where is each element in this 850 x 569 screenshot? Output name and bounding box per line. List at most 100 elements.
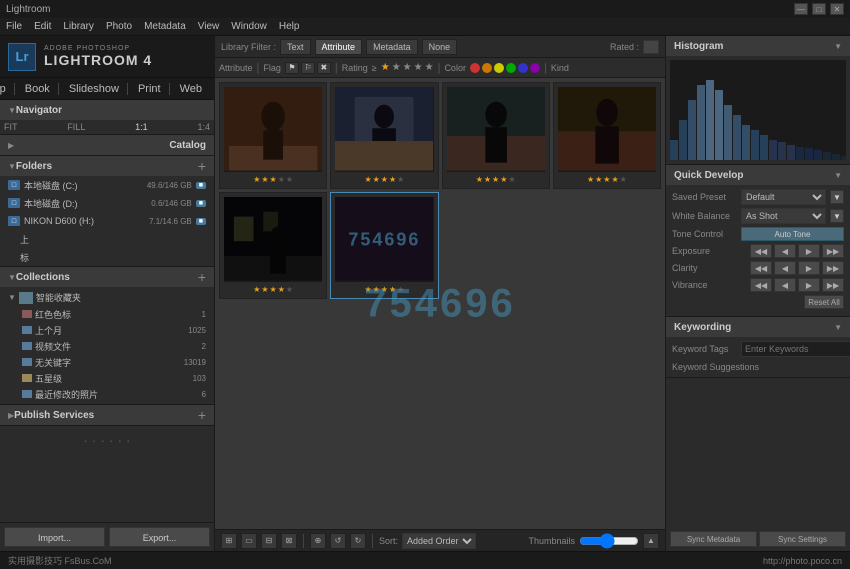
kw-header[interactable]: Keywording ▼: [666, 317, 850, 337]
qd-wb-arrow[interactable]: ▼: [830, 209, 844, 223]
qd-wb-select[interactable]: As Shot: [741, 208, 826, 224]
folder-item-d[interactable]: □ 本地磁盘 (D:) 0.6/146 GB ■: [0, 194, 214, 212]
color-purple[interactable]: [530, 63, 540, 73]
menu-file[interactable]: File: [6, 21, 22, 32]
spray-btn[interactable]: ⊕: [310, 533, 326, 549]
clarity-minus2[interactable]: ◀◀: [750, 261, 772, 275]
nav-map[interactable]: Map: [0, 83, 15, 95]
kw-input[interactable]: [741, 341, 850, 357]
collection-item-nkw[interactable]: 无关键字 13019: [0, 354, 214, 370]
import-button[interactable]: Import...: [4, 527, 105, 547]
vibrance-minus1[interactable]: ◀: [774, 278, 796, 292]
exposure-plus2[interactable]: ▶▶: [822, 244, 844, 258]
color-blue[interactable]: [518, 63, 528, 73]
color-green[interactable]: [506, 63, 516, 73]
photo-cell-4[interactable]: ★ ★ ★ ★ ★: [553, 82, 661, 189]
collections-header[interactable]: ▼ Collections +: [0, 267, 214, 287]
rotate-btn[interactable]: ↺: [330, 533, 346, 549]
flag-icon2[interactable]: ⚐: [301, 62, 315, 74]
color-red[interactable]: [470, 63, 480, 73]
photo-cell-6[interactable]: 754696 ★ ★ ★ ★ ★: [330, 192, 438, 299]
loupe-view-btn[interactable]: ▭: [241, 533, 257, 549]
histogram-header[interactable]: Histogram ▼: [666, 36, 850, 56]
rated-dropdown[interactable]: [643, 40, 659, 54]
filter-none-btn[interactable]: None: [422, 39, 458, 55]
flag-icon3[interactable]: ✖: [317, 62, 331, 74]
qd-header[interactable]: Quick Develop ▼: [666, 165, 850, 185]
star-3[interactable]: ★: [403, 62, 412, 73]
navigator-header[interactable]: ▼ Navigator: [0, 100, 214, 120]
catalog-header[interactable]: ▶ Catalog: [0, 135, 214, 155]
color-orange[interactable]: [482, 63, 492, 73]
photo-cell-1[interactable]: ★ ★ ★ ★ ★: [219, 82, 327, 189]
exposure-plus1[interactable]: ▶: [798, 244, 820, 258]
menu-window[interactable]: Window: [231, 21, 267, 32]
folders-header[interactable]: ▼ Folders +: [0, 156, 214, 176]
menu-library[interactable]: Library: [63, 21, 94, 32]
flag-icon1[interactable]: ⚑: [285, 62, 299, 74]
collection-item-red[interactable]: 红色色标 1: [0, 306, 214, 322]
qd-saved-preset-select[interactable]: Default: [741, 189, 826, 205]
collection-item-month[interactable]: 上个月 1025: [0, 322, 214, 338]
folder-item-h[interactable]: □ NIKON D600 (H:) 7.1/14.6 GB ■: [0, 212, 214, 230]
menu-help[interactable]: Help: [279, 21, 300, 32]
folder-item-sub1[interactable]: 上: [0, 230, 214, 248]
menu-edit[interactable]: Edit: [34, 21, 51, 32]
qd-preset-arrow[interactable]: ▼: [830, 190, 844, 204]
zoom-fit[interactable]: FIT: [4, 122, 18, 132]
menu-photo[interactable]: Photo: [106, 21, 132, 32]
nav-print[interactable]: Print: [130, 83, 170, 95]
close-button[interactable]: ✕: [830, 3, 844, 15]
export-button[interactable]: Export...: [109, 527, 210, 547]
publish-header[interactable]: ▶ Publish Services +: [0, 405, 214, 425]
color-yellow[interactable]: [494, 63, 504, 73]
sort-select[interactable]: Added Order: [402, 533, 476, 549]
grid-view-btn[interactable]: ⊞: [221, 533, 237, 549]
collection-item-video[interactable]: 视频文件 2: [0, 338, 214, 354]
photo-cell-3[interactable]: ★ ★ ★ ★ ★: [442, 82, 550, 189]
star-1[interactable]: ★: [381, 62, 390, 73]
vibrance-minus2[interactable]: ◀◀: [750, 278, 772, 292]
thumbnail-size-slider[interactable]: [579, 535, 639, 547]
collection-group-header[interactable]: ▼ 智能收藏夹: [0, 289, 214, 306]
folder-item-sub2[interactable]: 标: [0, 248, 214, 266]
collections-add-button[interactable]: +: [198, 270, 206, 284]
vibrance-plus1[interactable]: ▶: [798, 278, 820, 292]
toolbar-expand-btn[interactable]: ▲: [643, 533, 659, 549]
exposure-minus1[interactable]: ◀: [774, 244, 796, 258]
nav-book[interactable]: Book: [17, 83, 59, 95]
vibrance-plus2[interactable]: ▶▶: [822, 278, 844, 292]
nav-slideshow[interactable]: Slideshow: [61, 83, 128, 95]
nav-web[interactable]: Web: [172, 83, 210, 95]
clarity-plus2[interactable]: ▶▶: [822, 261, 844, 275]
filter-text-btn[interactable]: Text: [280, 39, 311, 55]
zoom-1-4[interactable]: 1:4: [197, 122, 210, 132]
collection-item-5star[interactable]: 五星级 103: [0, 370, 214, 386]
compare-view-btn[interactable]: ⊟: [261, 533, 277, 549]
sync-metadata-btn[interactable]: Sync Metadata: [670, 531, 757, 547]
filter-metadata-btn[interactable]: Metadata: [366, 39, 418, 55]
exposure-minus2[interactable]: ◀◀: [750, 244, 772, 258]
survey-view-btn[interactable]: ⊠: [281, 533, 297, 549]
minimize-button[interactable]: —: [794, 3, 808, 15]
sync-settings-btn[interactable]: Sync Settings: [759, 531, 846, 547]
zoom-fill[interactable]: FILL: [67, 122, 85, 132]
folder-item-c[interactable]: □ 本地磁盘 (C:) 49.6/146 GB ■: [0, 176, 214, 194]
clarity-plus1[interactable]: ▶: [798, 261, 820, 275]
collection-item-recent[interactable]: 最近修改的照片 6: [0, 386, 214, 402]
photo-cell-2[interactable]: ★ ★ ★ ★ ★: [330, 82, 438, 189]
menu-metadata[interactable]: Metadata: [144, 21, 186, 32]
qd-auto-btn[interactable]: Auto Tone: [741, 227, 844, 241]
star-5[interactable]: ★: [425, 62, 434, 73]
qd-reset-btn[interactable]: Reset All: [804, 295, 844, 309]
publish-add-button[interactable]: +: [198, 408, 206, 422]
star-2[interactable]: ★: [392, 62, 401, 73]
clarity-minus1[interactable]: ◀: [774, 261, 796, 275]
rotate2-btn[interactable]: ↻: [350, 533, 366, 549]
photo-cell-5[interactable]: ★ ★ ★ ★ ★: [219, 192, 327, 299]
filter-attribute-btn[interactable]: Attribute: [315, 39, 363, 55]
zoom-1-1[interactable]: 1:1: [135, 122, 148, 132]
star-4[interactable]: ★: [414, 62, 423, 73]
maximize-button[interactable]: □: [812, 3, 826, 15]
menu-view[interactable]: View: [198, 21, 220, 32]
